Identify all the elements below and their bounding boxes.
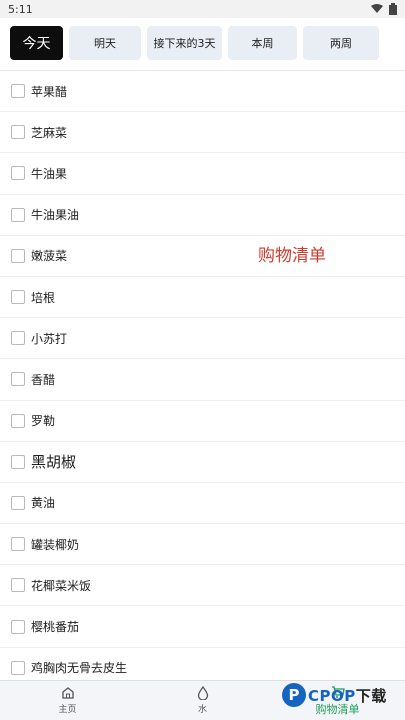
shopping-list: 苹果醋 芝麻菜 牛油果 牛油果油 嫩菠菜 培根 小苏打 香醋 罗勒 黑胡椒 黄油 <box>0 71 405 689</box>
item-label: 黄油 <box>31 496 56 511</box>
item-label: 香醋 <box>31 372 56 387</box>
item-checkbox[interactable] <box>11 331 25 346</box>
tab-today[interactable]: 今天 <box>10 26 63 60</box>
item-label: 鸡胸肉无骨去皮生 <box>31 661 128 676</box>
brand-text: CPOP下载 <box>308 685 387 706</box>
item-label: 牛油果油 <box>31 208 80 223</box>
item-label: 樱桃番茄 <box>31 620 80 635</box>
item-label: 罗勒 <box>31 414 56 429</box>
item-checkbox[interactable] <box>11 125 25 140</box>
overlay-title: 购物清单 <box>258 246 326 266</box>
nav-home-label: 主页 <box>58 705 77 715</box>
item-label: 花椰菜米饭 <box>31 578 92 593</box>
water-drop-icon <box>197 686 208 700</box>
item-checkbox[interactable] <box>11 207 25 222</box>
watermark-logo: P CPOP下载 <box>282 683 387 707</box>
item-label: 罐装椰奶 <box>31 537 80 552</box>
list-item: 罐装椰奶 <box>0 524 405 566</box>
list-item: 小苏打 <box>0 318 405 360</box>
list-item: 黑胡椒 <box>0 442 405 483</box>
item-label: 黑胡椒 <box>31 453 77 472</box>
list-item: 花椰菜米饭 <box>0 565 405 607</box>
item-checkbox[interactable] <box>11 537 25 552</box>
status-bar: 5:11 <box>0 0 405 18</box>
item-checkbox[interactable] <box>11 660 25 675</box>
tab-tomorrow[interactable]: 明天 <box>69 26 141 60</box>
list-item: 嫩菠菜 <box>0 236 405 277</box>
brand-logo-icon: P <box>282 683 306 707</box>
item-label: 嫩菠菜 <box>31 249 68 264</box>
item-checkbox[interactable] <box>11 84 25 99</box>
nav-water[interactable]: 水 <box>135 681 270 720</box>
tab-this-week[interactable]: 本周 <box>228 26 297 60</box>
battery-icon <box>389 3 397 15</box>
list-item: 培根 <box>0 277 405 319</box>
item-label: 苹果醋 <box>31 84 68 99</box>
item-label: 牛油果 <box>31 166 68 181</box>
item-checkbox[interactable] <box>11 290 25 305</box>
item-checkbox[interactable] <box>11 454 25 469</box>
list-item: 苹果醋 <box>0 71 405 113</box>
wifi-icon <box>371 4 383 13</box>
brand-text-cn: 下载 <box>355 686 387 705</box>
item-checkbox[interactable] <box>11 248 25 263</box>
list-item: 牛油果油 <box>0 195 405 236</box>
nav-water-label: 水 <box>197 705 207 715</box>
item-checkbox[interactable] <box>11 578 25 593</box>
list-item: 罗勒 <box>0 401 405 442</box>
tab-next-3-days[interactable]: 接下来的3天 <box>147 26 222 60</box>
item-label: 芝麻菜 <box>31 125 68 140</box>
status-time: 5:11 <box>8 2 33 16</box>
item-checkbox[interactable] <box>11 619 25 634</box>
tab-two-weeks[interactable]: 两周 <box>303 26 379 60</box>
item-checkbox[interactable] <box>11 372 25 387</box>
item-checkbox[interactable] <box>11 413 25 428</box>
list-item: 樱桃番茄 <box>0 606 405 648</box>
item-label: 小苏打 <box>31 331 68 346</box>
item-checkbox[interactable] <box>11 495 25 510</box>
item-label: 培根 <box>31 290 56 305</box>
home-icon <box>61 687 74 699</box>
brand-text-en: CPOP <box>308 686 356 705</box>
date-range-tabs: 今天 明天 接下来的3天 本周 两周 <box>10 26 379 60</box>
list-item: 牛油果 <box>0 153 405 195</box>
item-checkbox[interactable] <box>11 166 25 181</box>
list-item: 黄油 <box>0 483 405 525</box>
list-item: 芝麻菜 <box>0 112 405 154</box>
list-item: 香醋 <box>0 359 405 401</box>
nav-home[interactable]: 主页 <box>0 681 135 720</box>
status-icons <box>371 3 397 15</box>
